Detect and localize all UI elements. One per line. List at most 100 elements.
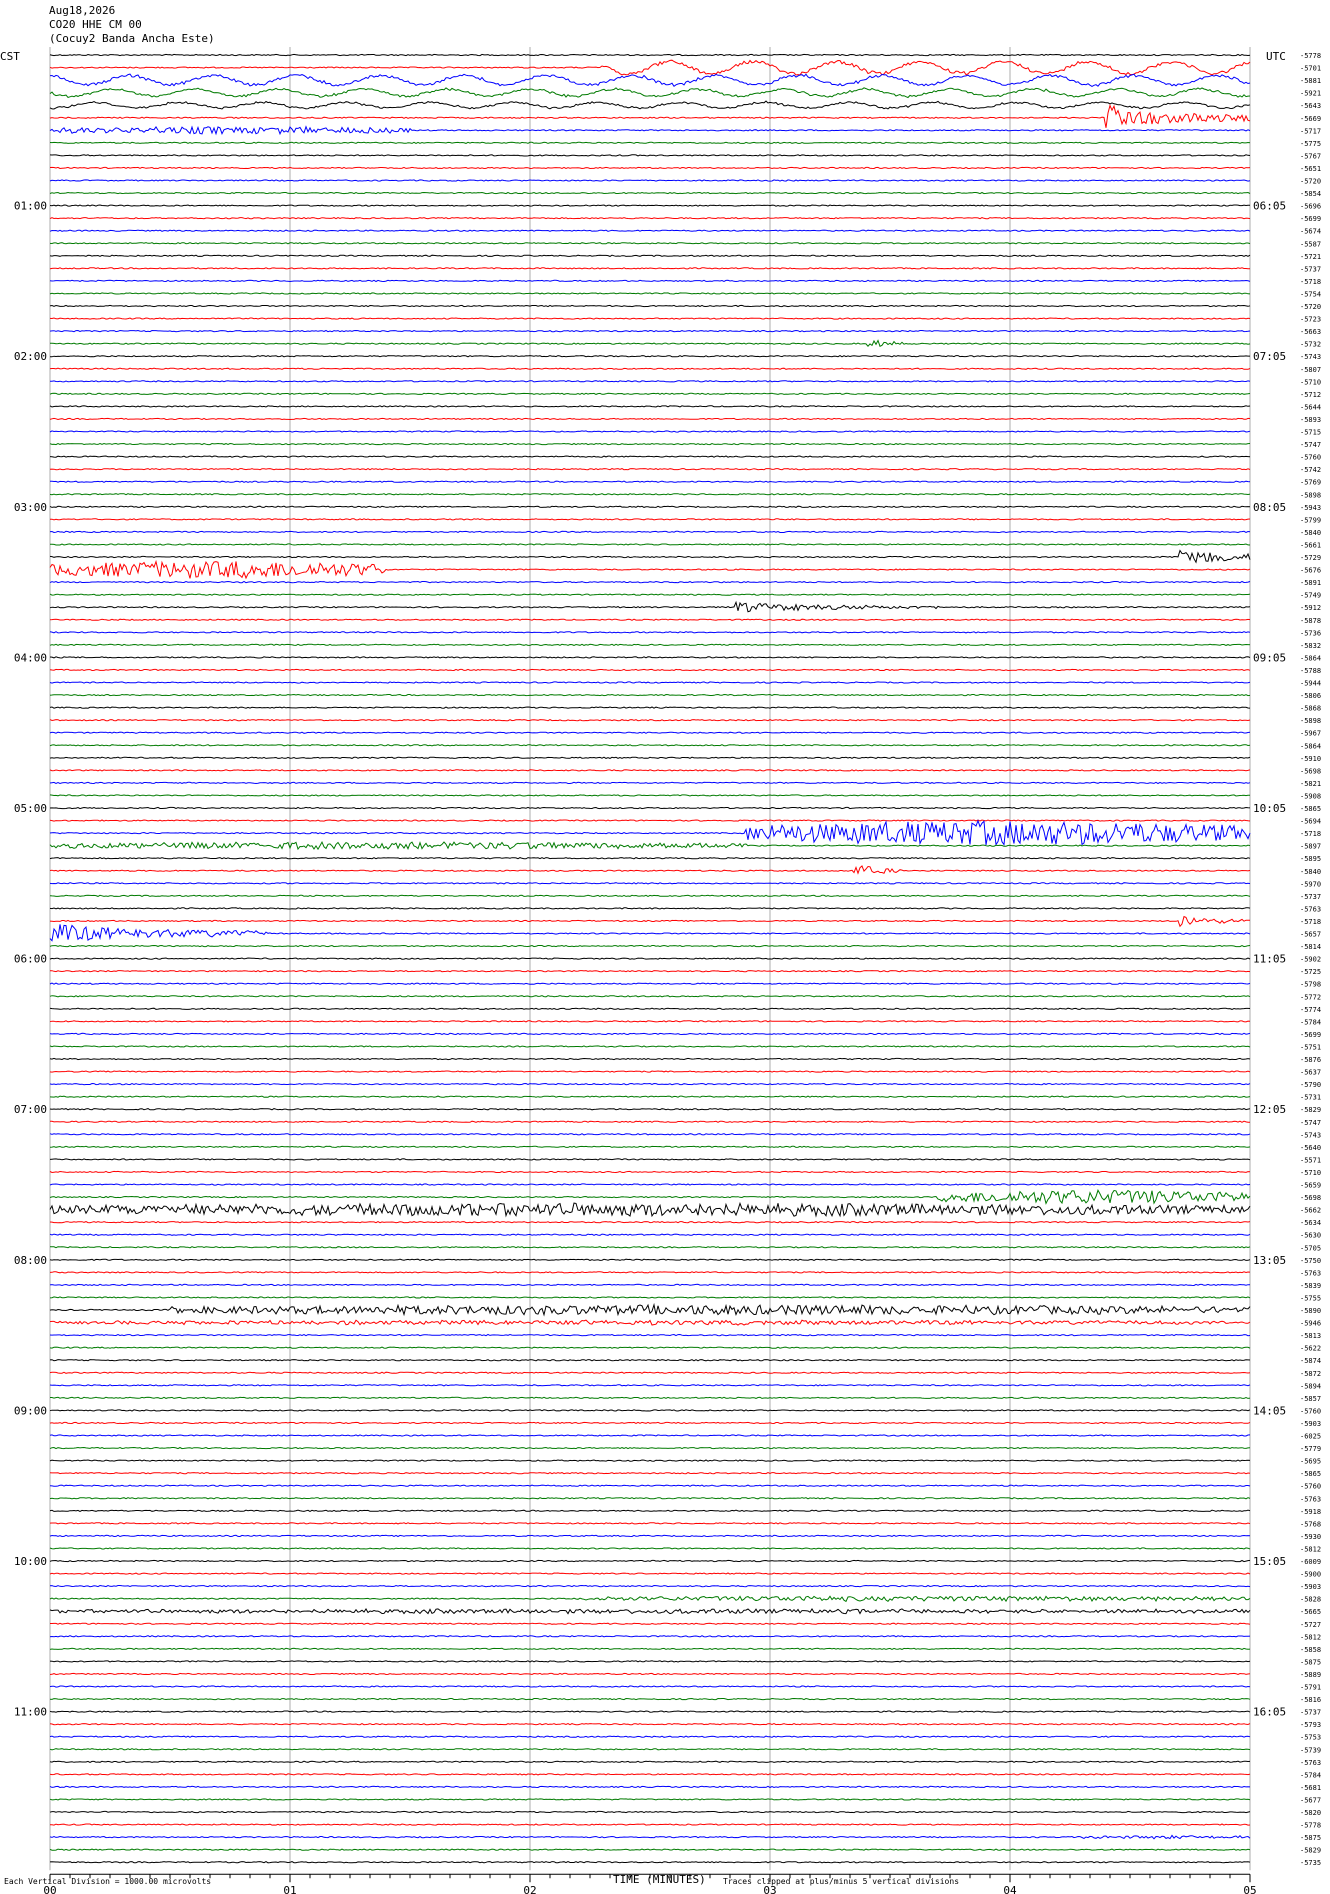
- seismogram-trace: [49, 455, 1251, 458]
- trace-offset-label: -5858: [1300, 1646, 1321, 1654]
- seismogram-trace: [49, 1032, 1251, 1036]
- trace-offset-label: -5737: [1300, 893, 1321, 901]
- right-time-label: 09:05: [1253, 651, 1286, 664]
- trace-offset-label: -5832: [1300, 642, 1321, 650]
- seismogram-trace: [49, 103, 1251, 128]
- seismogram-trace: [50, 1622, 1251, 1625]
- left-time-label: 09:00: [14, 1404, 47, 1417]
- trace-offset-label: -5681: [1300, 1784, 1321, 1792]
- trace-offset-label: -5705: [1300, 1244, 1321, 1252]
- right-time-label: 07:05: [1253, 350, 1286, 363]
- trace-offset-label: -5854: [1300, 190, 1321, 198]
- seismogram-trace: [49, 1735, 1251, 1738]
- right-time-label: 16:05: [1253, 1706, 1286, 1719]
- trace-offset-label: -5784: [1300, 1771, 1321, 1779]
- trace-offset-label: -5750: [1300, 1257, 1321, 1265]
- trace-offset-label: -5864: [1300, 742, 1321, 750]
- trace-offset-label: -5763: [1300, 1759, 1321, 1767]
- seismogram-trace: [49, 1497, 1251, 1500]
- trace-offset-label: -5662: [1300, 1207, 1321, 1215]
- seismogram-trace: [49, 1848, 1251, 1851]
- seismogram-trace: [49, 1685, 1251, 1688]
- trace-offset-label: -5807: [1300, 366, 1321, 374]
- seismogram-trace: [50, 1396, 1251, 1399]
- trace-offset-label: -5677: [1300, 1796, 1321, 1804]
- trace-offset-label: -5895: [1300, 855, 1321, 863]
- seismogram-trace: [49, 1434, 1251, 1437]
- seismogram-trace: [49, 559, 1251, 580]
- trace-offset-label: -5903: [1300, 1583, 1321, 1591]
- right-time-label: 13:05: [1253, 1254, 1286, 1267]
- trace-offset-label: -5874: [1300, 1357, 1321, 1365]
- seismogram-trace: [49, 1697, 1251, 1701]
- seismogram-trace: [49, 1246, 1251, 1249]
- seismogram-trace: [49, 1133, 1251, 1136]
- left-time-label: 01:00: [14, 200, 47, 213]
- seismogram-trace: [49, 1296, 1251, 1299]
- seismogram-trace: [49, 267, 1251, 270]
- trace-offset-label: -5903: [1300, 1420, 1321, 1428]
- seismogram-trace: [49, 982, 1251, 985]
- trace-offset-label: -5712: [1300, 391, 1321, 399]
- seismogram-trace: [49, 430, 1251, 433]
- trace-offset-label: -5768: [1300, 1520, 1321, 1528]
- trace-offset-label: -5829: [1300, 1106, 1321, 1114]
- seismogram-trace: [49, 1183, 1251, 1186]
- trace-offset-label: -5721: [1300, 253, 1321, 261]
- trace-offset-label: -5720: [1300, 178, 1321, 186]
- trace-offset-label: -5875: [1300, 1834, 1321, 1842]
- trace-offset-label: -5630: [1300, 1232, 1321, 1240]
- trace-offset-label: -5790: [1300, 1081, 1321, 1089]
- trace-offset-label: -5910: [1300, 755, 1321, 763]
- trace-offset-label: -5897: [1300, 843, 1321, 851]
- seismogram-trace: [49, 53, 1251, 57]
- trace-offset-label: -5699: [1300, 1031, 1321, 1039]
- trace-offset-label: -5857: [1300, 1395, 1321, 1403]
- seismogram-trace: [49, 580, 1251, 584]
- trace-offset-label: -5814: [1300, 943, 1321, 951]
- trace-offset-label: -5820: [1300, 1809, 1321, 1817]
- seismogram-trace: [49, 1371, 1251, 1374]
- trace-offset-label: -5742: [1300, 466, 1321, 474]
- seismogram-trace: [49, 1283, 1251, 1287]
- trace-offset-label: -5798: [1300, 981, 1321, 989]
- left-time-label: 10:00: [14, 1555, 47, 1568]
- seismogram-trace: [49, 405, 1251, 408]
- trace-offset-label: -5743: [1300, 1131, 1321, 1139]
- right-time-label: 11:05: [1253, 953, 1286, 966]
- trace-offset-label: -5912: [1300, 604, 1321, 612]
- seismogram-trace: [49, 756, 1251, 759]
- seismogram-trace: [49, 1547, 1251, 1550]
- trace-offset-label: -5731: [1300, 1094, 1321, 1102]
- seismogram-trace: [49, 865, 1251, 875]
- trace-offset-label: -5970: [1300, 880, 1321, 888]
- trace-offset-label: -5772: [1300, 993, 1321, 1001]
- seismogram-trace: [49, 1201, 1251, 1218]
- seismogram-trace: [49, 254, 1251, 257]
- trace-offset-label: -5839: [1300, 1282, 1321, 1290]
- trace-offset-label: -5663: [1300, 328, 1321, 336]
- seismogram-trace: [49, 1534, 1251, 1538]
- trace-offset-label: -5637: [1300, 1069, 1321, 1077]
- channel-name: CO20 HHE CM 00: [49, 18, 142, 31]
- seismogram-trace: [49, 819, 1251, 822]
- x-axis-label: TIME (MINUTES): [613, 1873, 706, 1886]
- trace-offset-label: -5946: [1300, 1320, 1321, 1328]
- trace-offset-label: -5732: [1300, 341, 1321, 349]
- trace-offset-label: -5763: [1300, 1269, 1321, 1277]
- seismogram-trace: [49, 1861, 1251, 1864]
- seismogram-trace: [49, 505, 1251, 508]
- seismogram-trace: [49, 1446, 1251, 1450]
- trace-offset-label: -6009: [1300, 1558, 1321, 1566]
- trace-offset-label: -5634: [1300, 1219, 1321, 1227]
- trace-offset-label: -5875: [1300, 1658, 1321, 1666]
- trace-offset-label: -5718: [1300, 830, 1321, 838]
- seismogram-trace: [49, 1120, 1250, 1123]
- seismogram-trace: [49, 1723, 1251, 1726]
- trace-offset-label: -5718: [1300, 278, 1321, 286]
- trace-offset-label: -5718: [1300, 918, 1321, 926]
- trace-offset-label: -5710: [1300, 1169, 1321, 1177]
- trace-offset-label: -5696: [1300, 203, 1321, 211]
- seismogram-trace: [49, 530, 1251, 534]
- x-tick-label: 04: [1003, 1884, 1017, 1894]
